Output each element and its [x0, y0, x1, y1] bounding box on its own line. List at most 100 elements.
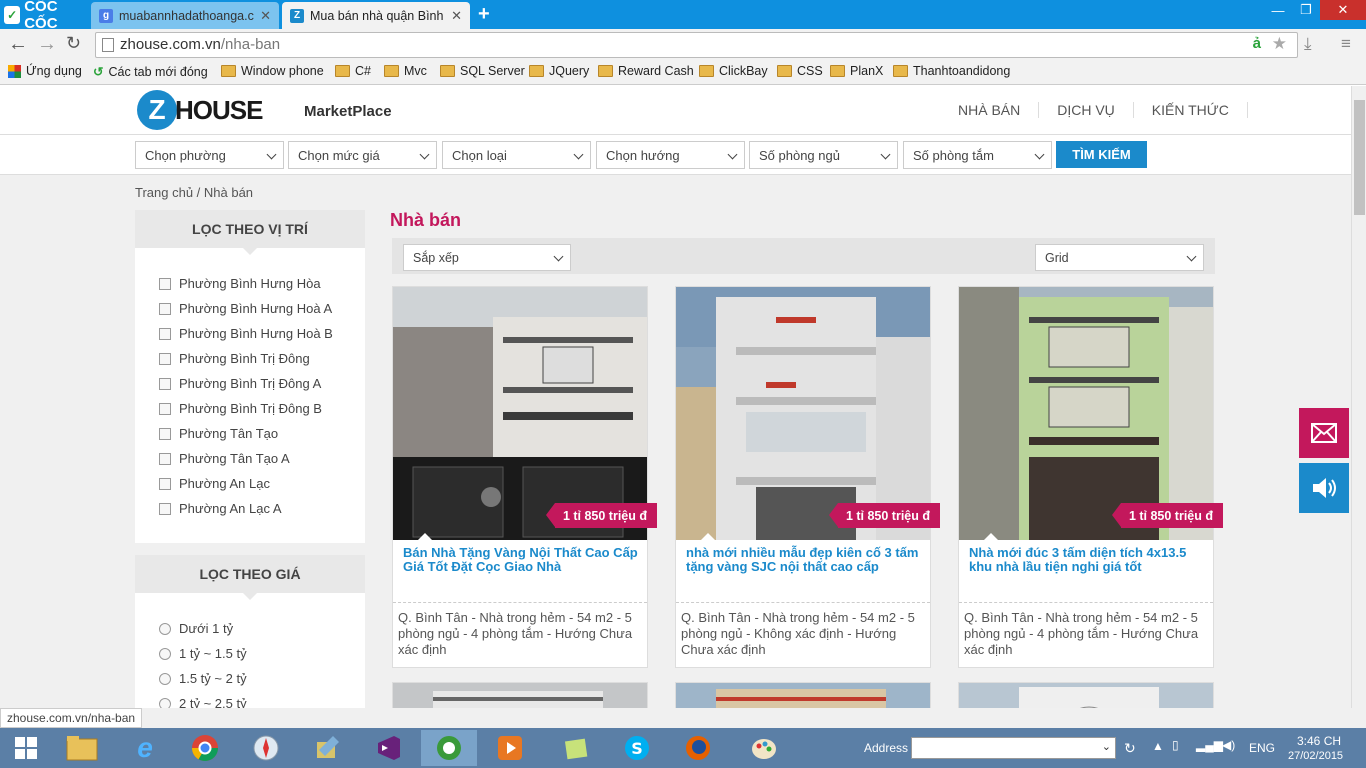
bookmark-folder[interactable]: C#: [335, 64, 371, 78]
bookmark-folder[interactable]: JQuery: [529, 64, 589, 78]
location-option[interactable]: Phường An Lạc: [159, 476, 270, 491]
tab-zhouse[interactable]: Z Mua bán nhà quận Bình Tâ ✕: [282, 2, 470, 29]
bedrooms-select[interactable]: Số phòng ngủ: [749, 141, 898, 169]
new-tab-icon[interactable]: +: [478, 3, 490, 26]
download-icon[interactable]: ⤓: [1304, 34, 1312, 54]
clock-date[interactable]: 27/02/2015: [1288, 750, 1343, 762]
listing-card[interactable]: 1 tỉ 850 triệu đ Bán Nhà Tặng Vàng Nội T…: [392, 286, 657, 668]
chevron-down-icon[interactable]: ⌄: [1102, 740, 1111, 753]
page-scrollbar[interactable]: [1351, 86, 1366, 708]
location-option[interactable]: Phường Bình Hưng Hoà A: [159, 301, 332, 316]
tray-expand-icon[interactable]: ▲: [1152, 739, 1164, 753]
tab-muabannhadat[interactable]: g muabannhadathoanga.co ✕: [91, 2, 279, 29]
listing-title[interactable]: nhà mới nhiều mẫu đẹp kiên cố 3 tấm tặng…: [686, 546, 922, 574]
back-icon[interactable]: ←: [8, 33, 28, 56]
taskbar-sticky-notes[interactable]: [548, 730, 604, 766]
taskbar-coccoc[interactable]: [421, 730, 477, 766]
maximize-icon[interactable]: ❐: [1292, 0, 1320, 20]
listing-card[interactable]: 1 tỉ 850 triệu đ Nhà mới đúc 3 tấm diện …: [958, 286, 1223, 668]
start-button[interactable]: [0, 730, 52, 766]
location-option[interactable]: Phường Bình Hưng Hoà B: [159, 326, 333, 341]
address-bar[interactable]: zhouse.com.vn/nha-ban ả ★: [95, 32, 1298, 58]
listing-card[interactable]: [958, 682, 1214, 708]
mail-button[interactable]: [1299, 408, 1349, 458]
close-window-icon[interactable]: ✕: [1320, 0, 1366, 20]
minimize-icon[interactable]: —: [1264, 0, 1292, 20]
marketplace-label[interactable]: MarketPlace: [304, 103, 392, 120]
radio[interactable]: [159, 697, 171, 708]
checkbox[interactable]: [159, 502, 171, 515]
forward-icon[interactable]: →: [37, 33, 57, 56]
reload-icon[interactable]: ↻: [66, 33, 81, 54]
taskbar-safari[interactable]: [238, 730, 294, 766]
radio[interactable]: [159, 647, 171, 660]
price-option[interactable]: 1.5 tỷ ~ 2 tỷ: [159, 671, 247, 686]
price-option[interactable]: 1 tỷ ~ 1.5 tỷ: [159, 646, 247, 661]
taskbar-chrome[interactable]: [177, 730, 233, 766]
checkbox[interactable]: [159, 452, 171, 465]
close-icon[interactable]: ✕: [260, 8, 271, 24]
taskbar-paint[interactable]: [736, 730, 792, 766]
taskbar-tools[interactable]: [299, 730, 355, 766]
bookmark-folder[interactable]: Thanhtoandidong: [893, 64, 1010, 78]
checkbox[interactable]: [159, 477, 171, 490]
location-option[interactable]: Phường Tân Tạo: [159, 426, 278, 441]
bookmark-apps[interactable]: Ứng dụng: [8, 64, 82, 78]
bookmark-folder[interactable]: ClickBay: [699, 64, 768, 78]
radio[interactable]: [159, 622, 171, 635]
type-select[interactable]: Chọn loại: [442, 141, 591, 169]
bookmark-folder[interactable]: Mvc: [384, 64, 427, 78]
location-option[interactable]: Phường Bình Trị Đông B: [159, 401, 322, 416]
direction-select[interactable]: Chọn hướng: [596, 141, 745, 169]
battery-icon[interactable]: ▯: [1172, 738, 1179, 752]
volume-icon[interactable]: ◀): [1222, 738, 1235, 752]
checkbox[interactable]: [159, 427, 171, 440]
refresh-icon[interactable]: ↻: [1124, 740, 1136, 757]
checkbox[interactable]: [159, 327, 171, 340]
price-select[interactable]: Chọn mức giá: [288, 141, 437, 169]
bookmark-recent-tabs[interactable]: ↺ Các tab mới đóng: [93, 64, 208, 80]
taskbar-media-player[interactable]: [482, 730, 538, 766]
sort-select[interactable]: Sắp xếp: [403, 244, 571, 271]
listing-card[interactable]: 1 tỉ 850 triệu đ nhà mới nhiều mẫu đẹp k…: [675, 286, 940, 668]
listing-title[interactable]: Nhà mới đúc 3 tấm diện tích 4x13.5 khu n…: [969, 546, 1205, 574]
clock-time[interactable]: 3:46 CH: [1297, 734, 1341, 748]
star-icon[interactable]: ★: [1272, 34, 1287, 54]
bathrooms-select[interactable]: Số phòng tắm: [903, 141, 1052, 169]
listing-title[interactable]: Bán Nhà Tặng Vàng Nội Thất Cao Cấp Giá T…: [403, 546, 639, 574]
menu-icon[interactable]: ≡: [1341, 34, 1351, 54]
search-button[interactable]: TÌM KIẾM: [1056, 141, 1147, 168]
breadcrumb[interactable]: Trang chủ / Nhà bán: [135, 185, 253, 200]
checkbox[interactable]: [159, 377, 171, 390]
checkbox[interactable]: [159, 302, 171, 315]
coccoc-dict-icon[interactable]: ả: [1253, 35, 1261, 52]
location-option[interactable]: Phường Bình Hưng Hòa: [159, 276, 321, 291]
site-logo[interactable]: Z HOUSE: [137, 90, 263, 130]
ward-select[interactable]: Chọn phường: [135, 141, 284, 169]
bookmark-folder[interactable]: CSS: [777, 64, 823, 78]
price-option[interactable]: 2 tỷ ~ 2.5 tỷ: [159, 696, 247, 708]
radio[interactable]: [159, 672, 171, 685]
checkbox[interactable]: [159, 402, 171, 415]
close-icon[interactable]: ✕: [451, 8, 462, 24]
scrollbar-thumb[interactable]: [1354, 100, 1365, 215]
taskbar-visual-studio[interactable]: [360, 730, 416, 766]
bookmark-folder[interactable]: Reward Cash: [598, 64, 694, 78]
price-option[interactable]: Dưới 1 tỷ: [159, 621, 233, 636]
nav-dich-vu[interactable]: DỊCH VỤ: [1039, 102, 1134, 118]
taskbar-address-input[interactable]: ⌄: [911, 737, 1116, 759]
bookmark-folder[interactable]: Window phone: [221, 64, 324, 78]
nav-nha-ban[interactable]: NHÀ BÁN: [940, 102, 1040, 118]
nav-kien-thuc[interactable]: KIẾN THỨC: [1134, 102, 1248, 118]
taskbar-skype[interactable]: S: [609, 730, 665, 766]
bookmark-folder[interactable]: PlanX: [830, 64, 883, 78]
taskbar-firefox[interactable]: [670, 730, 726, 766]
taskbar-explorer[interactable]: [54, 730, 110, 766]
location-option[interactable]: Phường Bình Trị Đông: [159, 351, 310, 366]
view-select[interactable]: Grid: [1035, 244, 1204, 271]
sound-button[interactable]: [1299, 463, 1349, 513]
checkbox[interactable]: [159, 277, 171, 290]
location-option[interactable]: Phường Bình Trị Đông A: [159, 376, 321, 391]
location-option[interactable]: Phường An Lạc A: [159, 501, 282, 516]
bookmark-folder[interactable]: SQL Server: [440, 64, 525, 78]
